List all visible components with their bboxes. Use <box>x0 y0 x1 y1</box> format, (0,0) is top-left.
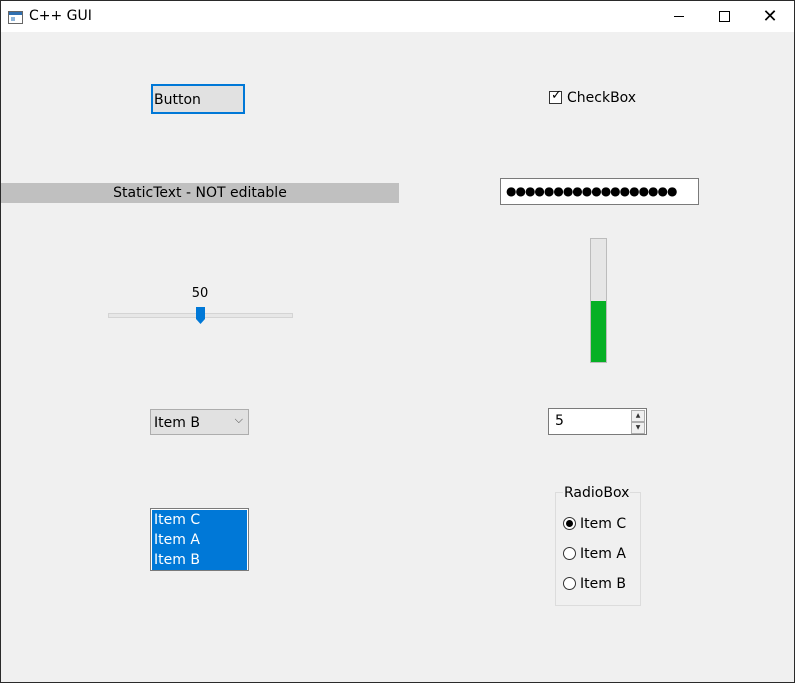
radio-label-item-a[interactable]: Item A <box>580 546 626 562</box>
spin-up-button[interactable]: ▲ <box>631 410 645 422</box>
title-bar: C++ GUI ✕ <box>1 1 794 32</box>
close-button[interactable]: ✕ <box>747 1 793 32</box>
radio-label-item-c[interactable]: Item C <box>580 516 626 532</box>
main-button[interactable]: Button <box>151 84 245 114</box>
radio-group-title: RadioBox <box>563 485 631 501</box>
password-field[interactable]: ●●●●●●●●●●●●●●●●●● <box>500 178 699 205</box>
main-window: C++ GUI ✕ Button ✓ CheckBox StaticText -… <box>0 0 795 683</box>
minimize-button[interactable] <box>656 1 702 32</box>
list-box[interactable]: Item C Item A Item B <box>150 508 249 571</box>
list-item[interactable]: Item C <box>152 510 247 530</box>
radio-item-a[interactable] <box>563 547 576 560</box>
progress-bar <box>590 238 607 363</box>
combo-selected-value: Item B <box>154 415 200 431</box>
checkbox-label[interactable]: CheckBox <box>567 90 636 106</box>
app-icon <box>8 11 23 24</box>
radio-label-item-b[interactable]: Item B <box>580 576 626 592</box>
window-title: C++ GUI <box>29 8 92 24</box>
combo-box[interactable]: Item B ⌵ <box>150 409 249 435</box>
list-item[interactable]: Item A <box>152 530 247 550</box>
radio-item-c[interactable] <box>563 517 576 530</box>
spin-down-button[interactable]: ▼ <box>631 422 645 434</box>
minimize-icon <box>674 16 684 17</box>
static-text: StaticText - NOT editable <box>1 183 399 203</box>
progress-fill <box>591 300 606 362</box>
slider-value-label: 50 <box>191 286 209 301</box>
maximize-button[interactable] <box>701 1 747 32</box>
radio-selected-dot <box>566 520 573 527</box>
list-item[interactable]: Item B <box>152 550 247 570</box>
checkbox-control[interactable]: ✓ <box>549 88 562 104</box>
radio-item-b[interactable] <box>563 577 576 590</box>
close-icon: ✕ <box>762 5 778 27</box>
chevron-down-icon: ⌵ <box>234 413 243 426</box>
check-icon: ✓ <box>551 88 562 103</box>
slider-thumb[interactable] <box>195 307 206 324</box>
maximize-icon <box>718 11 730 22</box>
